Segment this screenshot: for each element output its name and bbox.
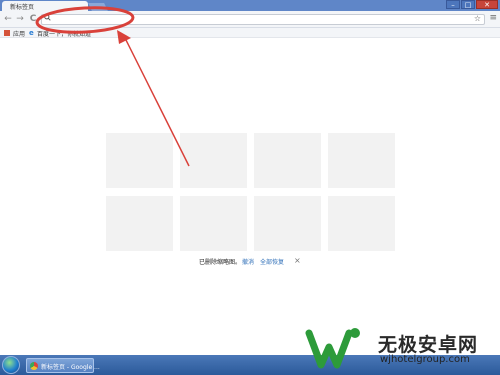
thumbnail-tile[interactable] <box>106 133 173 188</box>
tab-strip: 新标签页 – □ ✕ <box>0 0 500 11</box>
restore-all-link[interactable]: 全部恢复 <box>260 257 284 266</box>
taskbar-label: 新标签页 - Google ... <box>41 364 100 371</box>
forward-icon[interactable]: → <box>15 14 25 24</box>
ie-icon: e <box>29 29 34 37</box>
apps-icon[interactable] <box>4 30 10 36</box>
menu-icon[interactable]: ≡ <box>489 13 497 23</box>
undo-link[interactable]: 撤消 <box>242 257 254 266</box>
taskbar-chrome-button[interactable]: 新标签页 - Google ... <box>26 358 100 373</box>
start-button[interactable] <box>2 356 20 374</box>
omnibox[interactable]: ☆ <box>41 14 485 25</box>
removed-notice: 已删除缩略图。 <box>199 259 242 266</box>
new-tab-button[interactable] <box>88 3 108 11</box>
search-icon <box>44 14 51 23</box>
annotation-overlay <box>35 6 190 167</box>
reload-icon[interactable]: C <box>28 14 38 24</box>
watermark-logo-icon <box>305 328 360 369</box>
thumbnail-tile[interactable] <box>180 133 247 188</box>
star-icon[interactable]: ☆ <box>474 14 481 23</box>
tab-title: 新标签页 <box>10 4 35 11</box>
thumbnail-tile[interactable] <box>254 133 321 188</box>
bookmarks-bar: 应用 e 百度一下，你就知道 <box>0 28 500 38</box>
address-input[interactable] <box>53 15 463 24</box>
tab-new-tab[interactable]: 新标签页 <box>2 1 88 11</box>
watermark-url: wjhotelgroup.com <box>380 354 470 365</box>
close-icon[interactable]: × <box>294 256 301 265</box>
window-controls: – □ ✕ <box>445 0 498 9</box>
close-button[interactable]: ✕ <box>476 0 498 9</box>
minimize-button[interactable]: – <box>446 0 460 9</box>
bookmark-baidu[interactable]: 百度一下，你就知道 <box>37 29 91 38</box>
back-icon[interactable]: ← <box>3 14 13 24</box>
thumbnail-tile[interactable] <box>254 196 321 251</box>
thumbnail-tile[interactable] <box>106 196 173 251</box>
thumbnail-tile[interactable] <box>328 133 395 188</box>
thumbnail-tile[interactable] <box>328 196 395 251</box>
watermark-title: 无极安卓网 <box>378 334 479 356</box>
browser-window: 新标签页 – □ ✕ ← → C ☆ ≡ 应用 e 百度一下，你就知道 已删除缩… <box>0 0 500 375</box>
thumbnail-tile[interactable] <box>180 196 247 251</box>
maximize-button[interactable]: □ <box>461 0 475 9</box>
apps-label[interactable]: 应用 <box>13 29 25 38</box>
toolbar: ← → C ☆ ≡ <box>0 11 500 28</box>
chrome-icon <box>30 362 38 370</box>
